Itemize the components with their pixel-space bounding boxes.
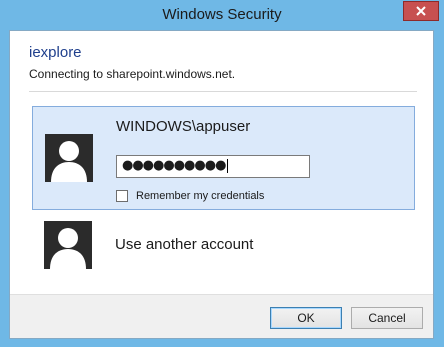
account-username: WINDOWS\appuser: [116, 118, 251, 135]
selected-account-tile[interactable]: WINDOWS\appuser ●●●●●●●●●● Remember my c…: [32, 106, 415, 210]
remember-credentials-checkbox[interactable]: [116, 190, 128, 202]
windows-security-dialog: Windows Security iexplore Connecting to …: [0, 0, 444, 347]
use-another-account-label: Use another account: [115, 236, 254, 253]
title-bar[interactable]: Windows Security: [0, 0, 444, 30]
remember-credentials-row[interactable]: Remember my credentials: [116, 190, 264, 202]
cancel-button[interactable]: Cancel: [351, 307, 423, 329]
close-icon: [416, 6, 426, 16]
password-value: ●●●●●●●●●●: [122, 158, 226, 173]
use-another-account-tile[interactable]: Use another account: [32, 216, 415, 276]
user-avatar-icon: [45, 134, 93, 182]
window-title: Windows Security: [162, 6, 282, 23]
app-name: iexplore: [29, 44, 82, 61]
connection-message: Connecting to sharepoint.windows.net.: [29, 67, 236, 81]
text-caret: [227, 158, 229, 173]
ok-button[interactable]: OK: [270, 307, 342, 329]
close-button[interactable]: [403, 1, 439, 21]
divider: [29, 91, 417, 92]
password-field[interactable]: ●●●●●●●●●●: [116, 155, 310, 178]
remember-credentials-label: Remember my credentials: [136, 190, 265, 202]
user-avatar-icon: [44, 221, 92, 269]
dialog-body: iexplore Connecting to sharepoint.window…: [9, 30, 434, 339]
button-bar: OK Cancel: [10, 294, 433, 338]
